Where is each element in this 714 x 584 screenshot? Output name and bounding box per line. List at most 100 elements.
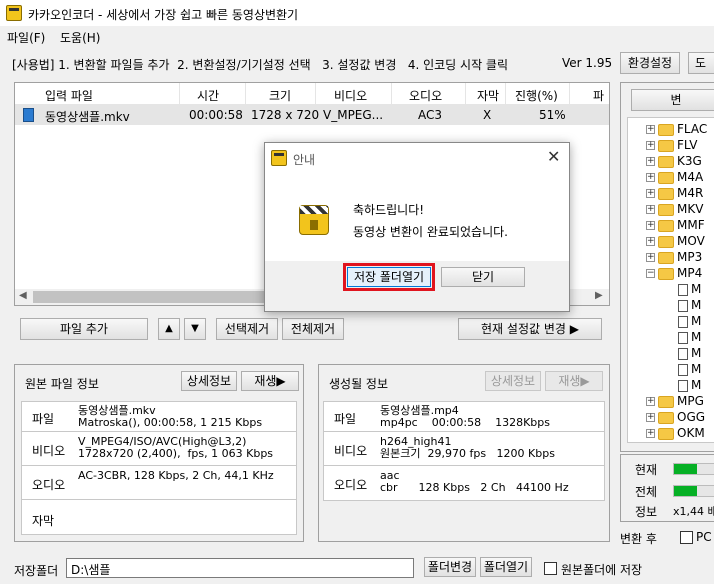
tree-item-m[interactable]: M xyxy=(678,298,701,314)
output-play-button[interactable]: 재생▶ xyxy=(545,371,603,391)
output-detail-button[interactable]: 상세정보 xyxy=(485,371,541,391)
remove-selected-button[interactable]: 선택제거 xyxy=(216,318,278,340)
row-video: V_MPEG... xyxy=(323,108,384,122)
menu-file[interactable]: 파일(F) xyxy=(7,29,45,46)
folder-icon xyxy=(658,139,674,152)
source-detail-button[interactable]: 상세정보 xyxy=(181,371,237,391)
menu-help[interactable]: 도움(H) xyxy=(60,29,100,46)
tree-item-m[interactable]: M xyxy=(678,314,701,330)
col-header-size[interactable]: 크기 xyxy=(269,87,291,104)
folder-icon xyxy=(658,219,674,232)
tree-item-label: MOV xyxy=(677,234,705,248)
document-icon xyxy=(678,363,688,376)
expand-icon[interactable]: + xyxy=(646,397,655,406)
expand-icon[interactable]: + xyxy=(646,253,655,262)
col-header-subtitle[interactable]: 자막 xyxy=(477,87,499,104)
dialog-close-button[interactable]: 닫기 xyxy=(441,267,525,287)
move-up-button[interactable]: ▲ xyxy=(158,318,180,340)
scroll-right-arrow[interactable]: ▶ xyxy=(595,290,603,301)
tree-item-m[interactable]: M xyxy=(678,346,701,362)
tree-item-m4a[interactable]: + M4A xyxy=(646,170,703,186)
expand-icon[interactable]: + xyxy=(646,237,655,246)
expand-icon[interactable]: + xyxy=(646,429,655,438)
tree-item-mkv[interactable]: + MKV xyxy=(646,202,703,218)
source-play-button[interactable]: 재생▶ xyxy=(241,371,299,391)
tree-item-label: M4A xyxy=(677,170,704,184)
remove-all-button[interactable]: 전체제거 xyxy=(282,318,344,340)
tree-item-flv[interactable]: + FLV xyxy=(646,138,697,154)
table-row[interactable]: 동영상샘플.mkv 00:00:58 1728 x 720 V_MPEG... … xyxy=(15,105,609,125)
save-to-source-checkbox[interactable] xyxy=(544,562,557,575)
info-label: 정보 xyxy=(635,505,658,519)
tree-item-m[interactable]: M xyxy=(678,378,701,394)
expand-icon[interactable]: + xyxy=(646,157,655,166)
folder-icon xyxy=(658,411,674,424)
scroll-left-arrow[interactable]: ◀ xyxy=(19,290,27,301)
current-progress-label: 현재 xyxy=(635,463,658,477)
dialog-title: 안내 xyxy=(293,153,316,167)
tree-item-mpg[interactable]: + MPG xyxy=(646,394,704,410)
completion-dialog: 안내 ✕ 축하드립니다! 동영상 변환이 완료되었습니다. 저장 폴더열기 닫기 xyxy=(264,142,570,312)
file-icon xyxy=(23,108,34,122)
open-folder-button[interactable]: 폴더열기 xyxy=(480,557,532,577)
tree-item-label: M xyxy=(691,298,702,312)
apply-current-settings-button[interactable]: 현재 설정값 변경 ▶ xyxy=(458,318,602,340)
tree-item-mp4[interactable]: − MP4 xyxy=(646,266,702,282)
col-header-more[interactable]: 파 xyxy=(593,87,604,104)
col-header-audio[interactable]: 오디오 xyxy=(409,87,442,104)
tree-item-flac[interactable]: + FLAC xyxy=(646,122,707,138)
tree-item-m[interactable]: M xyxy=(678,282,701,298)
tree-item-label: M xyxy=(691,378,702,392)
tree-item-m[interactable]: M xyxy=(678,362,701,378)
expand-icon[interactable]: + xyxy=(646,141,655,150)
tree-item-label: FLAC xyxy=(677,122,708,136)
env-settings-button[interactable]: 환경설정 xyxy=(620,52,680,74)
tree-item-label: MPG xyxy=(677,394,704,408)
row-time: 00:00:58 xyxy=(189,108,243,122)
tree-item-label: MKV xyxy=(677,202,704,216)
save-folder-input[interactable]: D:\샘플 xyxy=(66,558,414,578)
expand-icon[interactable]: + xyxy=(646,189,655,198)
source-row-file: 파일 동영상샘플.mkv Matroska(), 00:00:58, 1 215… xyxy=(22,402,296,432)
tree-item-mov[interactable]: + MOV xyxy=(646,234,705,250)
preset-tree[interactable]: + FLAC + FLV + K3G + M4A + M4R + MKV + MMF + MOV + MP3 − MP… xyxy=(627,117,714,443)
add-file-button[interactable]: 파일 추가 xyxy=(20,318,148,340)
move-down-button[interactable]: ▼ xyxy=(184,318,206,340)
preset-top-button[interactable]: 변 xyxy=(631,89,714,111)
expand-icon[interactable]: + xyxy=(646,221,655,230)
expand-icon[interactable]: + xyxy=(646,413,655,422)
close-icon[interactable]: ✕ xyxy=(547,147,560,166)
folder-icon xyxy=(658,171,674,184)
source-info-panel: 원본 파일 정보 상세정보 재생▶ 파일 동영상샘플.mkv Matroska(… xyxy=(14,364,304,542)
tree-item-okm[interactable]: + OKM xyxy=(646,426,705,442)
tree-item-mmf[interactable]: + MMF xyxy=(646,218,705,234)
expand-icon[interactable]: + xyxy=(646,173,655,182)
pc-option-label: PC xyxy=(696,530,712,544)
tree-item-label: MP4 xyxy=(677,266,703,280)
tree-item-label: OGG xyxy=(677,410,706,424)
change-folder-button[interactable]: 폴더변경 xyxy=(424,557,476,577)
tree-item-label: M4R xyxy=(677,186,704,200)
tree-item-label: M xyxy=(691,346,702,360)
tree-item-mp3[interactable]: + MP3 xyxy=(646,250,702,266)
col-header-file[interactable]: 입력 파일 xyxy=(45,87,93,104)
scroll-thumb[interactable] xyxy=(33,291,273,303)
tree-item-m[interactable]: M xyxy=(678,330,701,346)
collapse-icon[interactable]: − xyxy=(646,269,655,278)
folder-icon xyxy=(658,155,674,168)
dialog-title-bar: 안내 ✕ xyxy=(265,143,569,173)
pc-checkbox[interactable] xyxy=(680,531,693,544)
col-header-progress[interactable]: 진행(%) xyxy=(515,87,558,104)
expand-icon[interactable]: + xyxy=(646,125,655,134)
tree-item-ogg[interactable]: + OGG xyxy=(646,410,705,426)
help-button[interactable]: 도 xyxy=(688,52,714,74)
expand-icon[interactable]: + xyxy=(646,205,655,214)
tree-item-m4r[interactable]: + M4R xyxy=(646,186,703,202)
row-size: 1728 x 720 xyxy=(251,108,320,122)
tree-item-label: OKM xyxy=(677,426,705,440)
output-info-title: 생성될 정보 xyxy=(329,377,389,391)
col-header-video[interactable]: 비디오 xyxy=(334,87,367,104)
tree-item-k3g[interactable]: + K3G xyxy=(646,154,702,170)
col-header-time[interactable]: 시간 xyxy=(197,87,219,104)
open-save-folder-button[interactable]: 저장 폴더열기 xyxy=(347,267,431,287)
